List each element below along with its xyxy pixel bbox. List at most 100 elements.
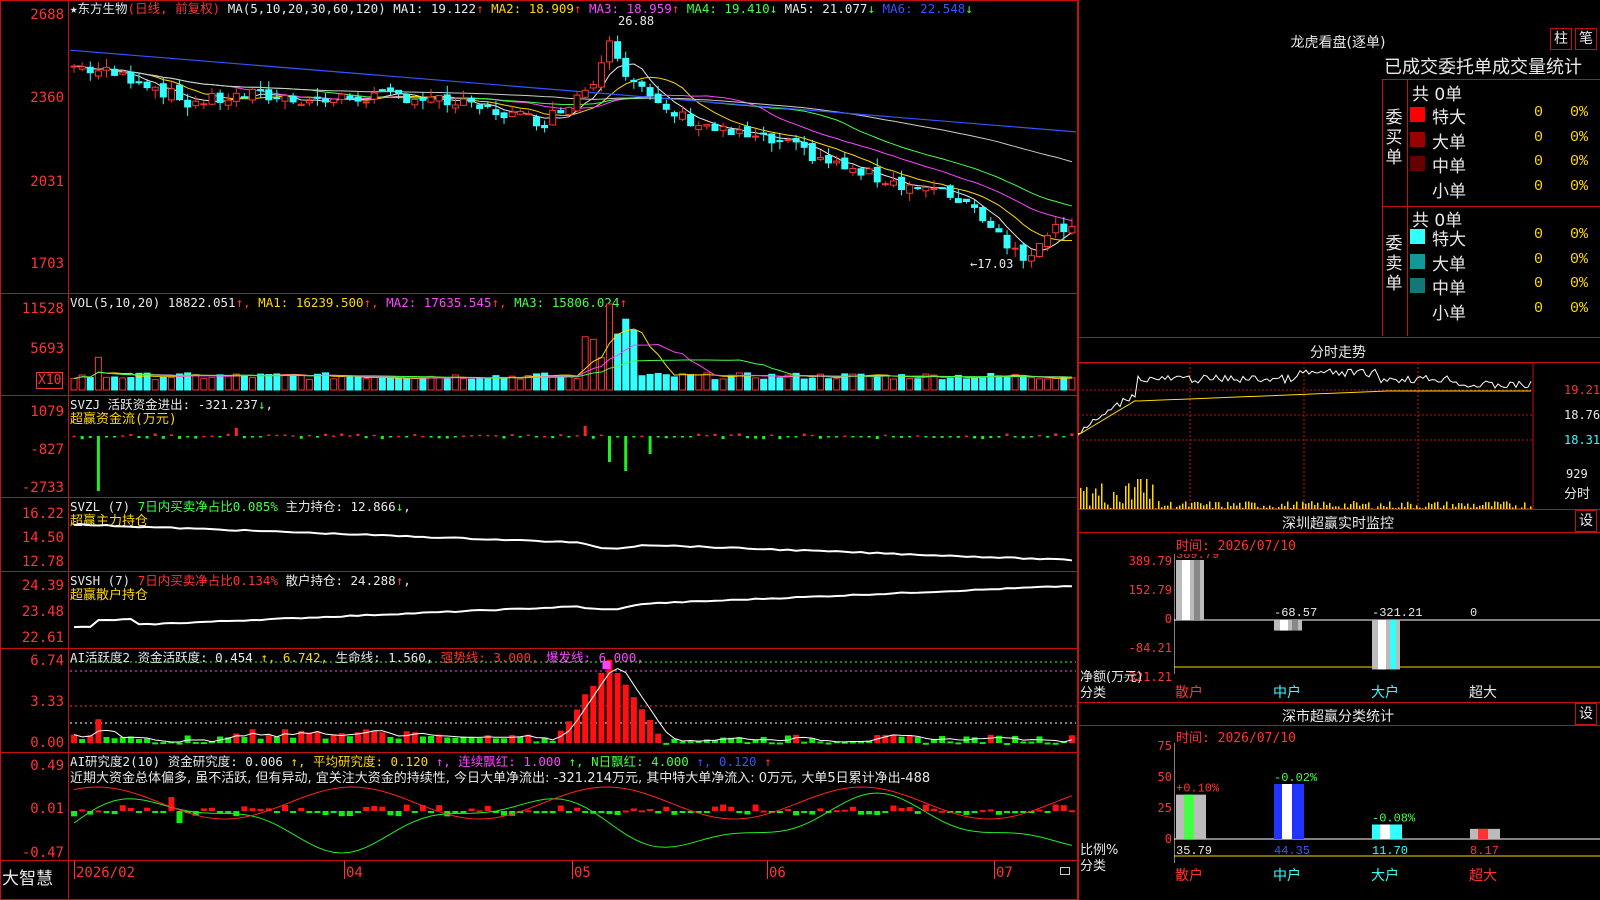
research-bar (217, 811, 224, 813)
svsh-ytick: 22.61 (21, 630, 64, 646)
dragon-tiger-title: 龙虎看盘(逐单) (1290, 35, 1386, 51)
ma-line (74, 63, 1073, 252)
lock-icon[interactable] (1060, 867, 1070, 875)
candle (549, 109, 557, 126)
ai-research-panel[interactable]: AI研究度2(10) 资金研究度: 0.006 ↑, 平均研究度: 0.120 … (0, 753, 1078, 861)
money-flow-bar (372, 434, 376, 437)
y-tick: 152.79 (1128, 583, 1172, 597)
svsh-panel[interactable]: SVSH (7) 7日内买卖净占比0.134% 散户持仓: 24.288↑, 超… (0, 572, 1078, 649)
research-bar (776, 811, 783, 813)
volume-bar (679, 373, 687, 391)
candle (597, 62, 605, 88)
stats-tabs[interactable]: 已成交委托单成交量统计 (1384, 53, 1600, 79)
intraday-panel[interactable]: 分时走势 19.21 18.76 18.31 929 分时 (1078, 338, 1600, 510)
price-candlestick-chart[interactable] (70, 0, 1076, 293)
research-bar (614, 811, 621, 816)
candle (946, 185, 954, 198)
intraday-volume-bar (1521, 507, 1523, 509)
candle (151, 86, 159, 91)
monitor-bar-chart[interactable]: 389.79 -68.57 -321.21 0 (1174, 554, 1600, 674)
vol-ma-line (73, 328, 1072, 379)
money-flow-bar (1037, 434, 1041, 437)
color-swatch (1410, 131, 1425, 147)
candle (249, 88, 257, 101)
color-swatch (1410, 302, 1425, 318)
intraday-volume-bar (1110, 508, 1112, 509)
money-flow-bar (145, 436, 149, 439)
category-label: 大户 (1371, 868, 1399, 884)
candle (354, 96, 362, 102)
research-bar (1060, 805, 1067, 811)
intraday-volume-bar (1359, 505, 1361, 509)
activity-bar (630, 697, 637, 743)
volume-bar (459, 377, 467, 391)
research-bar (866, 811, 873, 815)
activity-bar (793, 734, 800, 743)
money-flow-bar (397, 435, 401, 438)
intraday-volume-bar (1464, 505, 1466, 509)
intraday-volume-bar (1272, 507, 1274, 509)
intraday-volume-bar (1488, 502, 1490, 509)
research-bar (371, 806, 378, 811)
intraday-volume-bar (1482, 504, 1484, 509)
intraday-volume-bar (1242, 507, 1244, 509)
volume-panel[interactable]: VOL(5,10,20) 18822.051↑, MA1: 16239.500↑… (0, 294, 1078, 396)
volume-bar (638, 375, 646, 391)
research-bar (720, 804, 727, 811)
money-flow-bar (1029, 436, 1033, 438)
money-flow-bar (161, 436, 165, 439)
intraday-volume-bar (1257, 506, 1259, 509)
intraday-volume-bar (1467, 503, 1469, 509)
research-bar (355, 811, 362, 813)
intraday-volume-bar (1212, 508, 1214, 509)
ai-active-chart[interactable] (70, 649, 1076, 752)
order-count: 0 (1534, 250, 1544, 268)
research-bar (663, 806, 670, 811)
classify-bar-chart[interactable]: +0.10% 35.79 -0.02% 44.35 -0.08% 11.70 8.17 (1174, 743, 1600, 863)
intraday-chart[interactable] (1078, 363, 1563, 509)
classify-settings-button[interactable]: 设 (1575, 703, 1597, 725)
x-axis: 大智慧 2026/02 04 05 06 07 (0, 861, 1078, 900)
intraday-volume-bar (1113, 491, 1115, 509)
monitor-panel[interactable]: 深圳超赢实时监控 设 时间: 2026/07/10 389.79 152.79 0 -… (1078, 510, 1600, 703)
ai-research-chart[interactable] (70, 753, 1076, 860)
bar-mode-button[interactable]: 柱 (1550, 28, 1572, 50)
tick-mode-button[interactable]: 笔 (1575, 28, 1597, 50)
candle (240, 96, 248, 99)
intraday-volume-bar (1491, 506, 1493, 509)
y-tick: 389.79 (1128, 554, 1172, 568)
svsh-line-chart[interactable] (70, 572, 1076, 648)
intraday-volume-bar (1473, 503, 1475, 509)
intraday-volume-bar (1413, 508, 1415, 509)
candle (378, 89, 386, 92)
ai-active-panel[interactable]: AI活跃度2 资金活跃度: 0.454 ↑, 6.742, 生命线: 1.560… (0, 649, 1078, 753)
price-panel[interactable]: ★东方生物(日线, 前复权) MA(5,10,20,30,60,120) MA1… (0, 0, 1078, 294)
research-bar (298, 808, 305, 811)
candle (962, 198, 970, 202)
classify-panel[interactable]: 深市超赢分类统计 设 时间: 2026/07/10 75 50 25 0 +0.10%… (1078, 703, 1600, 900)
research-bar (273, 811, 280, 813)
volume-bar (995, 375, 1003, 391)
candle (86, 66, 94, 74)
candle (971, 204, 979, 208)
volume-bar-chart[interactable] (70, 294, 1076, 395)
activity-bar (979, 742, 986, 745)
intraday-volume-bar (1248, 501, 1250, 509)
x-tick-label: 2026/02 (76, 865, 136, 881)
svzl-line-chart[interactable] (70, 498, 1076, 571)
monitor-settings-button[interactable]: 设 (1575, 510, 1597, 532)
money-flow-bar (648, 436, 652, 454)
research-bar (176, 811, 183, 823)
volume-bar (354, 376, 362, 391)
svzl-panel[interactable]: SVZL (7) 7日内买卖净占比0.085% 主力持仓: 12.866↓, 超… (0, 498, 1078, 572)
intraday-volume-bar (1506, 501, 1508, 509)
intraday-volume-bar (1290, 508, 1292, 509)
research-bar (987, 809, 994, 812)
svzj-panel[interactable]: SVZJ 活跃资金进出: -321.237↓, 超赢资金流(万元) 1079 -… (0, 396, 1078, 498)
svzj-bar-chart[interactable] (70, 396, 1076, 497)
volume-bar (1068, 377, 1076, 391)
activity-bar (249, 729, 256, 743)
money-flow-bar (364, 436, 368, 439)
activity-bar (817, 741, 824, 744)
svzj-ytick: 1079 (30, 404, 64, 420)
